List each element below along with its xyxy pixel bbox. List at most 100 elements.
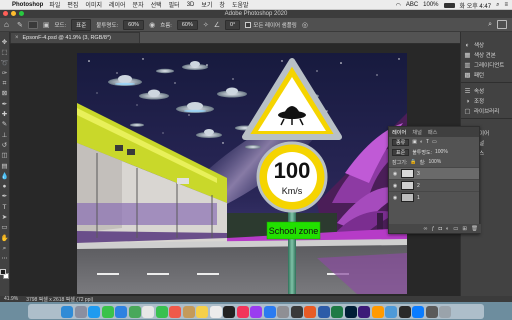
move-tool-icon[interactable]: ✥ xyxy=(0,38,9,47)
angle-field[interactable]: 0° xyxy=(225,19,241,30)
sample-all-layers-checkbox[interactable] xyxy=(245,22,252,29)
menu-image[interactable]: 이미지 xyxy=(85,0,102,9)
illustrator-app-icon[interactable] xyxy=(371,305,384,318)
panel-gradient[interactable]: ▥ 그레이디언트 xyxy=(464,60,512,70)
brush-tool-icon[interactable]: ✎ xyxy=(0,120,9,129)
eye-icon[interactable]: ◉ xyxy=(392,171,398,177)
type-tool-icon[interactable]: T xyxy=(0,203,9,212)
search-icon[interactable]: ⌕ xyxy=(488,21,492,29)
pressure-size-icon[interactable]: ◎ xyxy=(302,21,308,29)
mode-dropdown[interactable]: 표준 xyxy=(71,18,92,31)
add-mask-icon[interactable]: ◘ xyxy=(439,226,442,232)
clock[interactable]: 화 오후 4:47 xyxy=(460,1,492,10)
dodge-tool-icon[interactable]: ● xyxy=(0,182,9,191)
layer-row[interactable]: ◉ 1 xyxy=(389,191,479,203)
opacity-field[interactable]: 60% xyxy=(123,19,145,30)
tv-app-icon[interactable] xyxy=(223,305,235,318)
brush-size-picker[interactable] xyxy=(27,20,38,29)
new-group-icon[interactable]: ▭ xyxy=(453,226,458,232)
filter-adjust-icon[interactable]: ◐ xyxy=(420,139,423,145)
workspace-icon[interactable] xyxy=(497,20,507,29)
preview-app-icon[interactable] xyxy=(385,305,397,318)
marquee-tool-icon[interactable]: ⬚ xyxy=(0,48,9,57)
eye-icon[interactable]: ◉ xyxy=(392,183,398,189)
filter-type-icon[interactable]: T xyxy=(426,139,429,145)
zoom-window-button[interactable] xyxy=(19,11,24,16)
home-icon[interactable]: ⌂ xyxy=(4,20,12,29)
excel-app-icon[interactable] xyxy=(331,305,343,318)
panel-swatches[interactable]: ▦ 색상 견본 xyxy=(464,50,512,60)
foreground-color-swatch[interactable] xyxy=(0,268,6,275)
eraser-tool-icon[interactable]: ◫ xyxy=(0,151,9,160)
panel-properties[interactable]: ☰ 속성 xyxy=(464,86,512,96)
camera-app-icon[interactable] xyxy=(398,305,411,318)
wifi-icon[interactable]: ◠ xyxy=(396,2,401,9)
hand-tool-icon[interactable]: ✋ xyxy=(0,234,9,243)
layer-row[interactable]: ◉ 3 xyxy=(389,167,479,179)
menu-view[interactable]: 보기 xyxy=(201,0,212,9)
mail-app-icon[interactable] xyxy=(115,305,127,318)
path-select-tool-icon[interactable]: ➤ xyxy=(0,213,9,222)
menu-3d[interactable]: 3D xyxy=(187,2,195,8)
filter-shape-icon[interactable]: ▭ xyxy=(432,139,437,145)
menu-window[interactable]: 창 xyxy=(219,0,225,9)
pen-tool-icon[interactable]: ✒ xyxy=(0,192,9,201)
lock-icon[interactable]: 🔒 xyxy=(410,159,416,165)
frame-tool-icon[interactable]: ⊠ xyxy=(0,89,9,98)
terminal-app-icon[interactable] xyxy=(290,305,303,318)
fx-icon[interactable]: ƒ xyxy=(431,226,434,232)
tab-layers[interactable]: 레이어 xyxy=(392,129,406,136)
panel-pattern[interactable]: ▩ 패턴 xyxy=(464,70,512,80)
healing-brush-tool-icon[interactable]: ✚ xyxy=(0,110,9,119)
reminders-app-icon[interactable] xyxy=(209,305,222,318)
photoshop-app-icon[interactable] xyxy=(344,305,357,318)
photos-app-icon[interactable] xyxy=(142,305,154,318)
eyedropper-tool-icon[interactable]: ✒ xyxy=(0,100,9,109)
messages-app-icon[interactable] xyxy=(101,305,114,318)
menu-type[interactable]: 문자 xyxy=(133,0,144,9)
calendar-app-icon[interactable] xyxy=(169,305,181,318)
trash-icon[interactable] xyxy=(439,305,451,318)
link-layers-icon[interactable]: ∞ xyxy=(424,226,428,232)
close-window-button[interactable] xyxy=(3,11,8,16)
office-app-icon[interactable] xyxy=(304,305,316,318)
launchpad-app-icon[interactable] xyxy=(74,305,87,318)
word-app-icon[interactable] xyxy=(317,305,330,318)
menu-edit[interactable]: 편집 xyxy=(67,0,78,9)
premiere-app-icon[interactable] xyxy=(358,305,370,318)
new-layer-icon[interactable]: ⊞ xyxy=(462,226,467,232)
document-tab[interactable]: × EpsonF-4.psd @ 41.9% (3, RGB/8*) xyxy=(10,32,140,43)
menu-layer[interactable]: 레이어 xyxy=(109,0,126,9)
layer-kind-filter[interactable]: 종류 xyxy=(392,138,410,146)
panel-libraries[interactable]: ▢ 라이브러리 xyxy=(464,106,512,116)
keyboard-input-indicator[interactable]: ABC xyxy=(406,2,418,8)
safari-app-icon[interactable] xyxy=(88,305,100,318)
eye-icon[interactable]: ◉ xyxy=(392,195,398,201)
menu-select[interactable]: 선택 xyxy=(151,0,162,9)
rectangle-tool-icon[interactable]: ▭ xyxy=(0,223,9,232)
quick-select-tool-icon[interactable]: ✑ xyxy=(0,69,9,78)
airbrush-icon[interactable]: ✧ xyxy=(203,21,209,29)
tab-channels[interactable]: 채널 xyxy=(412,129,422,136)
notes-app-icon[interactable] xyxy=(196,305,208,318)
minimize-window-button[interactable] xyxy=(11,11,16,16)
tab-paths[interactable]: 패스 xyxy=(428,129,438,136)
blend-mode-dropdown[interactable]: 표준 xyxy=(392,148,410,156)
blur-tool-icon[interactable]: 💧 xyxy=(0,172,9,181)
contacts-app-icon[interactable] xyxy=(182,305,195,318)
menu-help[interactable]: 도움말 xyxy=(232,0,249,9)
layer-row[interactable]: ◉ 2 xyxy=(389,179,479,191)
control-center-icon[interactable]: ≡ xyxy=(504,2,508,8)
document-canvas[interactable]: 100 Km/s School zone xyxy=(77,53,407,294)
close-icon[interactable]: × xyxy=(15,35,19,41)
layers-panel[interactable]: 레이어 채널 패스 종류 ▣ ◐ T ▭ 표준 불투명도: 100% 잠그기: … xyxy=(388,126,481,234)
trash-icon[interactable]: 🗑 xyxy=(471,226,478,232)
more-tools-icon[interactable]: ⋯ xyxy=(0,254,9,263)
app-menu-photoshop[interactable]: Photoshop xyxy=(12,2,43,8)
facetime-app-icon[interactable] xyxy=(155,305,168,318)
panel-adjustments[interactable]: ◑ 조정 xyxy=(464,96,512,106)
gradient-tool-icon[interactable]: ▤ xyxy=(0,162,9,171)
music-app-icon[interactable] xyxy=(236,305,249,318)
zoom-app-icon[interactable] xyxy=(412,305,424,318)
finder-app-icon[interactable] xyxy=(61,305,73,318)
